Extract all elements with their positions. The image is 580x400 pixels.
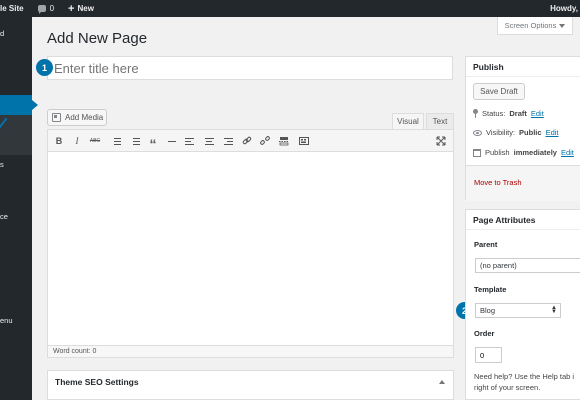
page-attributes-title: Page Attributes (466, 210, 580, 230)
blockquote-icon[interactable]: “ (147, 135, 159, 152)
edit-status-link[interactable]: Edit (531, 109, 544, 118)
new-content-link[interactable]: + New (68, 2, 94, 15)
template-select-value: Blog (480, 306, 496, 315)
move-to-trash-link[interactable]: Move to Trash (474, 178, 522, 187)
callout-badge-1: 1 (36, 59, 53, 76)
parent-label: Parent (474, 240, 498, 249)
toolbar-toggle-icon[interactable] (298, 135, 310, 147)
plus-icon: + (68, 2, 75, 15)
insert-link-icon[interactable] (241, 135, 253, 147)
content-editor[interactable]: B I ABC “ (47, 129, 454, 357)
strikethrough-icon[interactable]: ABC (89, 135, 101, 147)
publish-actions: Move to Trash (466, 165, 580, 201)
collapse-toggle-icon[interactable] (439, 380, 445, 384)
menu-item-appearance[interactable]: s (0, 160, 4, 169)
media-icon (52, 113, 61, 122)
screen-options-label: Screen Options (504, 21, 557, 30)
publish-time-row: Publish immediately Edit (473, 148, 574, 157)
italic-icon[interactable]: I (71, 135, 83, 147)
status-value: Draft (509, 109, 527, 118)
seo-box-title: Theme SEO Settings (55, 377, 139, 387)
tab-text[interactable]: Text (426, 113, 454, 130)
add-media-label: Add Media (65, 113, 104, 122)
help-text: Need help? Use the Help tab i right of y… (474, 372, 575, 392)
visibility-row: Visibility: Public Edit (473, 128, 559, 137)
admin-menu: d s ce enu (0, 17, 38, 400)
add-media-button[interactable]: Add Media (47, 109, 107, 126)
eye-icon (473, 129, 482, 136)
parent-select-value: (no parent) (480, 261, 517, 270)
screen-options-button[interactable]: Screen Options (497, 17, 573, 35)
editor-toolbar: B I ABC “ (48, 130, 453, 152)
align-right-icon[interactable] (221, 135, 233, 147)
menu-item-dashboard[interactable]: d (0, 29, 4, 38)
edit-publish-time-link[interactable]: Edit (561, 148, 574, 157)
publish-box: Publish Save Draft Status: Draft Edit Vi… (465, 56, 580, 201)
read-more-icon[interactable] (278, 135, 290, 147)
status-label: Status: (482, 109, 506, 118)
save-draft-button[interactable]: Save Draft (473, 83, 525, 100)
calendar-icon (473, 148, 481, 157)
align-center-icon[interactable] (203, 135, 215, 147)
site-name-link[interactable]: le Site (0, 4, 24, 13)
tab-visual[interactable]: Visual (392, 113, 424, 130)
comments-link[interactable]: 0 (37, 4, 55, 14)
template-select[interactable]: Blog ▲ ▼ (475, 303, 561, 318)
parent-select[interactable]: (no parent) (475, 258, 580, 273)
menu-item-pages-active[interactable] (0, 95, 38, 115)
status-row: Status: Draft Edit (473, 109, 544, 118)
visibility-value: Public (519, 128, 542, 137)
word-count: Word count: 0 (47, 345, 454, 358)
menu-item-tools[interactable]: ce (0, 212, 8, 221)
numbered-list-icon[interactable] (128, 135, 140, 147)
order-label: Order (474, 329, 495, 338)
align-left-icon[interactable] (185, 135, 197, 147)
unlink-icon[interactable] (259, 135, 271, 147)
publish-box-title: Publish (466, 57, 580, 77)
page-attributes-box: Page Attributes Parent (no parent) Templ… (465, 209, 580, 400)
pin-icon (473, 109, 478, 118)
caret-down-icon (559, 23, 566, 28)
new-label: New (77, 4, 94, 13)
comment-bubble-icon (37, 5, 46, 14)
bold-icon[interactable]: B (53, 135, 65, 147)
template-label: Template (474, 285, 507, 294)
order-input[interactable] (475, 347, 502, 363)
comment-count: 0 (49, 4, 55, 13)
fullscreen-icon[interactable] (435, 135, 447, 147)
collapse-menu[interactable]: enu (0, 316, 13, 325)
publish-label: Publish (485, 148, 510, 157)
page-title: Add New Page (47, 30, 148, 47)
visibility-label: Visibility: (486, 128, 516, 137)
edit-visibility-link[interactable]: Edit (546, 128, 559, 137)
theme-seo-settings-box: Theme SEO Settings (47, 370, 454, 400)
select-arrows-icon: ▲ ▼ (551, 305, 557, 315)
publish-value: immediately (513, 148, 557, 157)
bullet-list-icon[interactable] (109, 135, 121, 147)
horizontal-rule-icon[interactable] (166, 135, 178, 147)
admin-bar: le Site 0 + New Howdy, (0, 0, 580, 17)
title-input[interactable] (47, 56, 453, 80)
account-greeting[interactable]: Howdy, (550, 4, 578, 13)
